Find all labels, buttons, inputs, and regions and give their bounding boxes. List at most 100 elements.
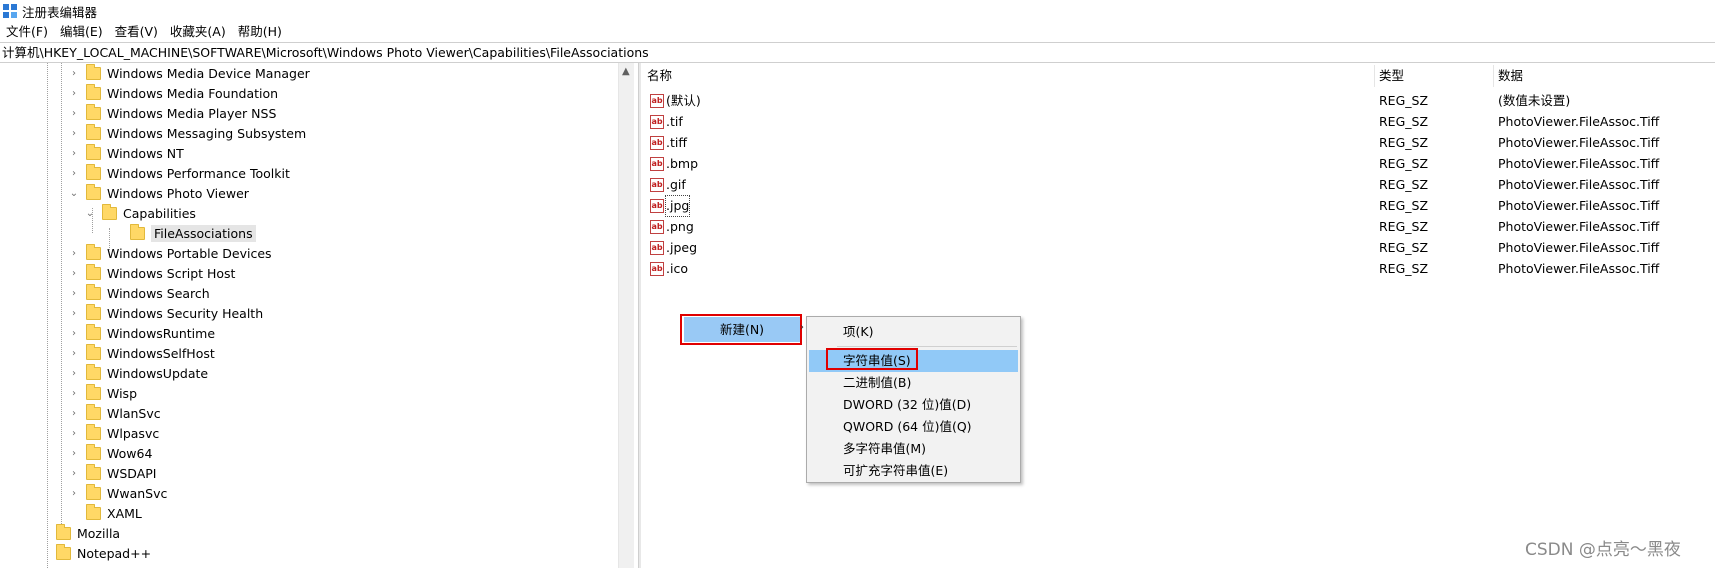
chevron-down-icon[interactable]: ⌄ [84,208,96,219]
submenu-item-qword-value[interactable]: QWORD (64 位)值(Q) [809,416,1018,438]
folder-icon [56,523,71,540]
submenu-item-multi-string-value[interactable]: 多字符串值(M) [809,438,1018,460]
column-separator[interactable] [1374,65,1375,87]
tree-item[interactable]: XAML [68,503,142,523]
chevron-right-icon[interactable]: › [68,168,80,179]
tree-item[interactable]: › Windows Media Player NSS [68,103,276,123]
folder-icon [86,343,101,360]
tree-item-label: Windows Performance Toolkit [107,165,290,181]
tree-item[interactable]: › WwanSvc [68,483,167,503]
pane-splitter[interactable] [638,63,641,568]
chevron-right-icon[interactable]: › [68,128,80,139]
tree-item[interactable]: Notepad++ [54,543,151,563]
value-type: REG_SZ [1379,240,1429,255]
value-row[interactable]: ab .ico REG_SZ PhotoViewer.FileAssoc.Tiff [642,259,1715,279]
menu-favorites[interactable]: 收藏夹(A) [164,22,232,42]
chevron-right-icon[interactable]: › [68,148,80,159]
chevron-right-icon[interactable]: › [68,68,80,79]
values-list: 名称 类型 数据 ab (默认) REG_SZ (数值未设置) ab .tif REG_SZ… [642,63,1715,568]
tree-item[interactable]: ⌄ Capabilities [84,203,196,223]
column-header-type[interactable]: 类型 [1379,67,1404,85]
tree-item[interactable]: › WSDAPI [68,463,156,483]
scroll-up-icon[interactable]: ▲ [622,66,630,77]
tree-item[interactable]: › Wow64 [68,443,152,463]
chevron-right-icon[interactable]: › [68,368,80,379]
tree-item[interactable]: › WindowsRuntime [68,323,215,343]
column-header-name[interactable]: 名称 [647,67,672,85]
value-row[interactable]: ab .tif REG_SZ PhotoViewer.FileAssoc.Tiff [642,112,1715,132]
chevron-right-icon[interactable]: › [68,108,80,119]
value-row[interactable]: ab .png REG_SZ PhotoViewer.FileAssoc.Tiff [642,217,1715,237]
tree-item[interactable]: › WindowsSelfHost [68,343,215,363]
tree-item[interactable]: › Wlpasvc [68,423,159,443]
folder-icon [86,103,101,120]
tree-item[interactable]: › Windows Messaging Subsystem [68,123,306,143]
value-row[interactable]: ab .bmp REG_SZ PhotoViewer.FileAssoc.Tiff [642,154,1715,174]
chevron-right-icon[interactable]: › [68,488,80,499]
tree-item-label: Mozilla [77,525,121,541]
tree-item-label: Wow64 [107,445,153,461]
tree-item-label: Windows Media Foundation [107,85,279,101]
tree-item[interactable]: › Windows NT [68,143,184,163]
menu-edit[interactable]: 编辑(E) [54,22,109,42]
tree-item-label: Wlpasvc [107,425,160,441]
tree-item-label: Wisp [107,385,138,401]
chevron-right-icon[interactable]: › [68,468,80,479]
column-header-data[interactable]: 数据 [1498,67,1523,85]
folder-icon [102,203,117,220]
tree-item[interactable]: › Windows Media Device Manager [68,63,310,83]
chevron-right-icon[interactable]: › [68,448,80,459]
tree-item[interactable]: › Windows Security Health [68,303,263,323]
tree-item[interactable]: FileAssociations [112,223,256,243]
tree-item[interactable]: › Windows Portable Devices [68,243,272,263]
tree-item[interactable]: › Windows Script Host [68,263,235,283]
menu-help[interactable]: 帮助(H) [232,22,288,42]
tree-item[interactable]: Mozilla [54,523,120,543]
column-separator[interactable] [1493,65,1494,87]
submenu-item-dword-value[interactable]: DWORD (32 位)值(D) [809,394,1018,416]
tree-item[interactable]: › Windows Performance Toolkit [68,163,290,183]
annotation-highlight-new [680,314,802,345]
submenu-item-binary-value[interactable]: 二进制值(B) [809,372,1018,394]
tree-item-label: WlanSvc [107,405,161,421]
tree-item[interactable]: › WlanSvc [68,403,161,423]
folder-icon [86,423,101,440]
registry-tree: › Windows Media Device Manager › Windows Me… [0,63,630,568]
folder-icon [86,83,101,100]
chevron-right-icon[interactable]: › [68,408,80,419]
submenu-item-expandable-string-value[interactable]: 可扩充字符串值(E) [809,460,1018,482]
tree-scrollbar[interactable]: ▲ [618,63,634,568]
tree-item-label: FileAssociations [151,224,256,242]
menu-view[interactable]: 查看(V) [109,22,164,42]
folder-icon [86,163,101,180]
tree-item[interactable]: › Windows Search [68,283,210,303]
value-type: REG_SZ [1379,177,1429,192]
chevron-right-icon[interactable]: › [68,308,80,319]
tree-item[interactable]: › Wisp [68,383,137,403]
folder-icon [86,483,101,500]
address-bar[interactable]: 计算机\HKEY_LOCAL_MACHINE\SOFTWARE\Microsof… [0,42,1715,63]
submenu-item-key[interactable]: 项(K) [809,321,1018,343]
chevron-right-icon[interactable]: › [68,348,80,359]
tree-item[interactable]: ⌄ Windows Photo Viewer [68,183,249,203]
chevron-right-icon[interactable]: › [68,248,80,259]
folder-icon [86,123,101,140]
value-row[interactable]: ab .jpg REG_SZ PhotoViewer.FileAssoc.Tiff [642,195,1715,217]
tree-item-label: WindowsRuntime [107,325,216,341]
chevron-right-icon[interactable]: › [68,268,80,279]
chevron-right-icon[interactable]: › [68,88,80,99]
folder-icon [86,383,101,400]
menu-file[interactable]: 文件(F) [0,22,54,42]
value-row[interactable]: ab .tiff REG_SZ PhotoViewer.FileAssoc.Tiff [642,133,1715,153]
chevron-down-icon[interactable]: ⌄ [68,188,80,199]
value-row[interactable]: ab .gif REG_SZ PhotoViewer.FileAssoc.Tiff [642,175,1715,195]
tree-item[interactable]: › WindowsUpdate [68,363,208,383]
chevron-right-icon[interactable]: › [68,288,80,299]
tree-item[interactable]: › Windows Media Foundation [68,83,278,103]
chevron-right-icon[interactable]: › [68,388,80,399]
chevron-right-icon[interactable]: › [68,328,80,339]
folder-icon [86,263,101,280]
value-row[interactable]: ab .jpeg REG_SZ PhotoViewer.FileAssoc.Tiff [642,238,1715,258]
value-row[interactable]: ab (默认) REG_SZ (数值未设置) [642,91,1715,111]
chevron-right-icon[interactable]: › [68,428,80,439]
